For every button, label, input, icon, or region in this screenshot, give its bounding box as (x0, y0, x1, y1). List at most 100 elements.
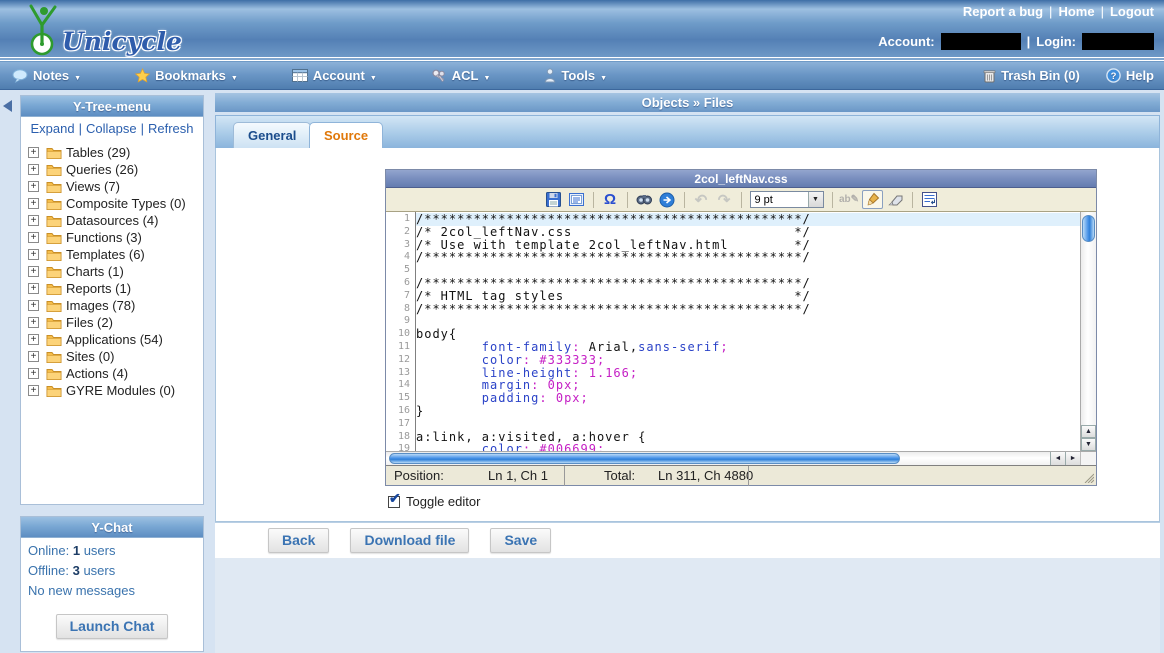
code-line[interactable]: } (416, 405, 1080, 418)
nav-tools[interactable]: Tools ▼ (544, 68, 607, 83)
tree-item[interactable]: +Views (7) (28, 178, 203, 195)
line-number: 18 (386, 431, 410, 444)
tree-item[interactable]: + GYRE Modules (0) (28, 382, 203, 399)
line-number: 17 (386, 418, 410, 431)
nav-notes[interactable]: Notes ▼ (12, 68, 81, 83)
scroll-down-button[interactable]: ▼ (1081, 438, 1096, 451)
back-button[interactable]: Back (268, 528, 329, 553)
expand-plus-icon[interactable]: + (28, 317, 39, 328)
expand-plus-icon[interactable]: + (28, 215, 39, 226)
expand-plus-icon[interactable]: + (28, 351, 39, 362)
nav-bookmarks[interactable]: Bookmarks ▼ (135, 68, 238, 83)
code-line[interactable] (416, 315, 1080, 328)
nav-label: ACL (452, 68, 479, 83)
tree-item[interactable]: +Sites (0) (28, 348, 203, 365)
expand-plus-icon[interactable]: + (28, 385, 39, 396)
expand-plus-icon[interactable]: + (28, 147, 39, 158)
tree-item[interactable]: +Applications (54) (28, 331, 203, 348)
chevron-down-icon: ▼ (370, 75, 377, 82)
folder-icon (46, 163, 62, 176)
tree-item-label: GYRE Modules (0) (66, 383, 175, 398)
tree-item[interactable]: +Queries (26) (28, 161, 203, 178)
code-editor-area[interactable]: /***************************************… (416, 212, 1080, 451)
expand-plus-icon[interactable]: + (28, 368, 39, 379)
logo[interactable]: Unicycle (22, 1, 152, 57)
expand-link[interactable]: Expand (31, 121, 75, 136)
navbar-right: Trash Bin (0) ? Help (983, 68, 1164, 83)
expand-plus-icon[interactable]: + (28, 249, 39, 260)
code-line[interactable]: /***************************************… (416, 303, 1080, 316)
font-size-select[interactable]: 9 pt ▼ (750, 191, 824, 208)
code-line[interactable]: padding: 0px; (416, 392, 1080, 405)
reset-highlight-icon[interactable] (885, 190, 906, 209)
line-number: 3 (386, 239, 410, 252)
save-icon[interactable] (543, 190, 564, 209)
sidebar-collapse-arrow-icon[interactable] (3, 100, 12, 112)
nav-trash-bin[interactable]: Trash Bin (0) (983, 68, 1080, 83)
tree-item[interactable]: +Tables (29) (28, 144, 203, 161)
nav-acl[interactable]: ACL ▼ (431, 68, 491, 83)
find-icon[interactable] (634, 190, 655, 209)
code-line[interactable]: color: #006699; (416, 443, 1080, 451)
preview-icon[interactable] (566, 190, 587, 209)
toggle-editor-checkbox[interactable]: ✔ (388, 496, 400, 508)
special-chars-icon[interactable]: Ω (600, 190, 621, 209)
undo-icon[interactable]: ↶ (691, 190, 712, 209)
spellcheck-icon[interactable]: ab✎ (839, 190, 860, 209)
tree-item[interactable]: + Actions (4) (28, 365, 203, 382)
highlight-icon[interactable] (862, 190, 883, 209)
tab-general[interactable]: General (233, 122, 311, 148)
tree-item[interactable]: +Datasources (4) (28, 212, 203, 229)
save-button[interactable]: Save (490, 528, 551, 553)
tree-item[interactable]: +Templates (6) (28, 246, 203, 263)
resize-grip-icon[interactable] (1082, 471, 1094, 483)
action-button-row: Back Download file Save (215, 522, 1160, 558)
expand-plus-icon[interactable]: + (28, 181, 39, 192)
logout-link[interactable]: Logout (1110, 4, 1154, 19)
collapse-link[interactable]: Collapse (86, 121, 137, 136)
word-wrap-icon[interactable] (919, 190, 940, 209)
line-number: 15 (386, 392, 410, 405)
expand-plus-icon[interactable]: + (28, 266, 39, 277)
editor-toolbar: Ω ↶ ↷ 9 pt ▼ ab✎ (386, 188, 1096, 212)
expand-plus-icon[interactable]: + (28, 283, 39, 294)
horizontal-scroll-thumb[interactable] (389, 453, 900, 464)
expand-plus-icon[interactable]: + (28, 334, 39, 345)
folder-icon (46, 384, 62, 397)
expand-plus-icon[interactable]: + (28, 232, 39, 243)
tree-item[interactable]: +Images (78) (28, 297, 203, 314)
scroll-left-button[interactable]: ◄ (1050, 452, 1065, 465)
launch-chat-button[interactable]: Launch Chat (56, 614, 169, 639)
vertical-scrollbar[interactable]: ▲ ▼ (1080, 212, 1096, 451)
report-bug-link[interactable]: Report a bug (963, 4, 1043, 19)
expand-plus-icon[interactable]: + (28, 300, 39, 311)
redo-icon[interactable]: ↷ (714, 190, 735, 209)
scroll-up-button[interactable]: ▲ (1081, 425, 1096, 438)
tab-source[interactable]: Source (309, 122, 383, 148)
action-separator: | (79, 121, 82, 136)
tree-item[interactable]: +Reports (1) (28, 280, 203, 297)
refresh-link[interactable]: Refresh (148, 121, 194, 136)
editor-status-bar: Position: Ln 1, Ch 1 Total: Ln 311, Ch 4… (386, 465, 1096, 485)
home-link[interactable]: Home (1058, 4, 1094, 19)
horizontal-scrollbar[interactable]: ◄ ► (386, 451, 1096, 465)
nav-help[interactable]: ? Help (1106, 68, 1154, 83)
vertical-scroll-thumb[interactable] (1082, 215, 1095, 242)
tree-item[interactable]: +Files (2) (28, 314, 203, 331)
tree-item[interactable]: +Functions (3) (28, 229, 203, 246)
line-number: 9 (386, 315, 410, 328)
code-line[interactable]: /***************************************… (416, 251, 1080, 264)
download-file-button[interactable]: Download file (350, 528, 469, 553)
scroll-right-button[interactable]: ► (1065, 452, 1080, 465)
tree-item[interactable]: +Composite Types (0) (28, 195, 203, 212)
expand-plus-icon[interactable]: + (28, 164, 39, 175)
tree-item[interactable]: +Charts (1) (28, 263, 203, 280)
folder-icon (46, 333, 62, 346)
tree-item-label: Actions (4) (66, 366, 128, 381)
go-to-line-icon[interactable] (657, 190, 678, 209)
line-number: 12 (386, 354, 410, 367)
chevron-down-icon: ▼ (808, 192, 823, 207)
expand-plus-icon[interactable]: + (28, 198, 39, 209)
toolbar-separator (741, 192, 742, 208)
nav-account[interactable]: Account ▼ (292, 68, 377, 83)
